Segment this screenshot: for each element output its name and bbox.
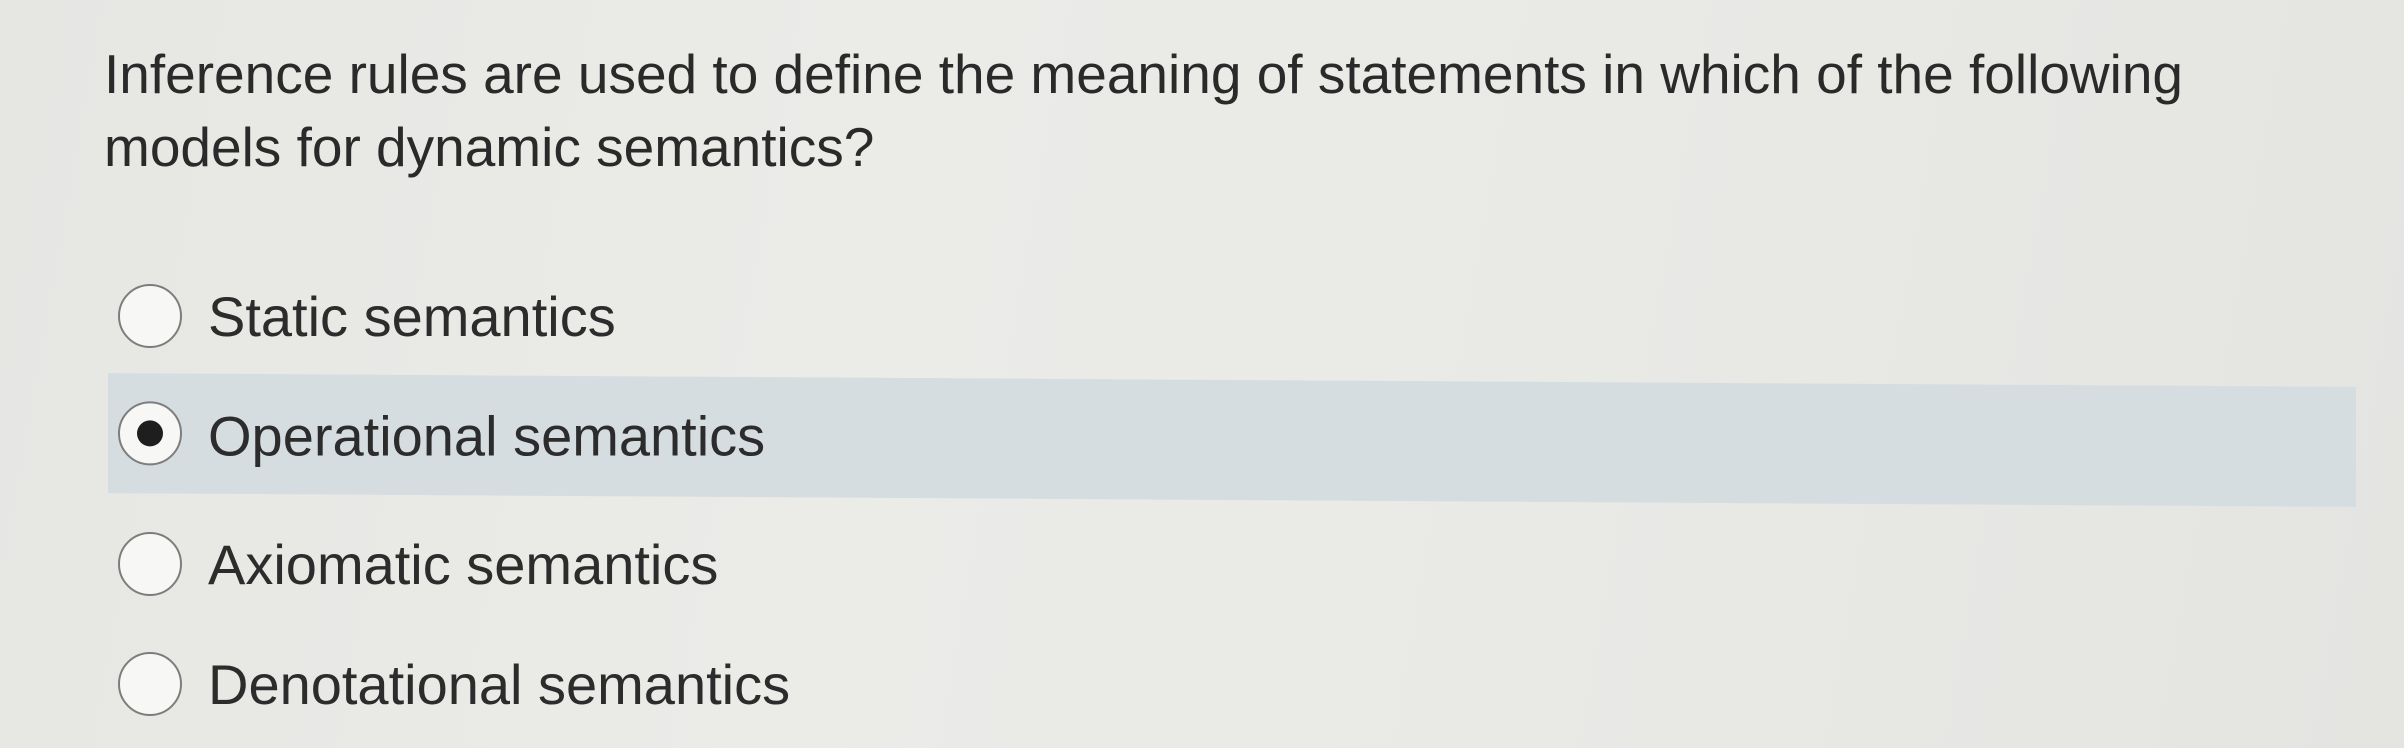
answer-options: Static semantics Operational semantics A…	[0, 0, 2404, 748]
option-denotational-semantics[interactable]: Denotational semantics	[108, 624, 2356, 744]
radio-selected-dot-icon	[137, 420, 163, 447]
option-axiomatic-semantics[interactable]: Axiomatic semantics	[108, 504, 2356, 624]
option-label: Static semantics	[208, 284, 616, 348]
option-label: Operational semantics	[208, 403, 766, 467]
radio-button-unselected[interactable]	[118, 652, 182, 716]
option-operational-semantics[interactable]: Operational semantics	[108, 373, 2356, 507]
radio-button-selected[interactable]	[118, 401, 182, 466]
radio-button-unselected[interactable]	[118, 284, 182, 348]
radio-button-unselected[interactable]	[118, 532, 182, 596]
option-label: Axiomatic semantics	[208, 532, 719, 596]
option-static-semantics[interactable]: Static semantics	[108, 256, 2356, 376]
option-label: Denotational semantics	[208, 652, 791, 716]
